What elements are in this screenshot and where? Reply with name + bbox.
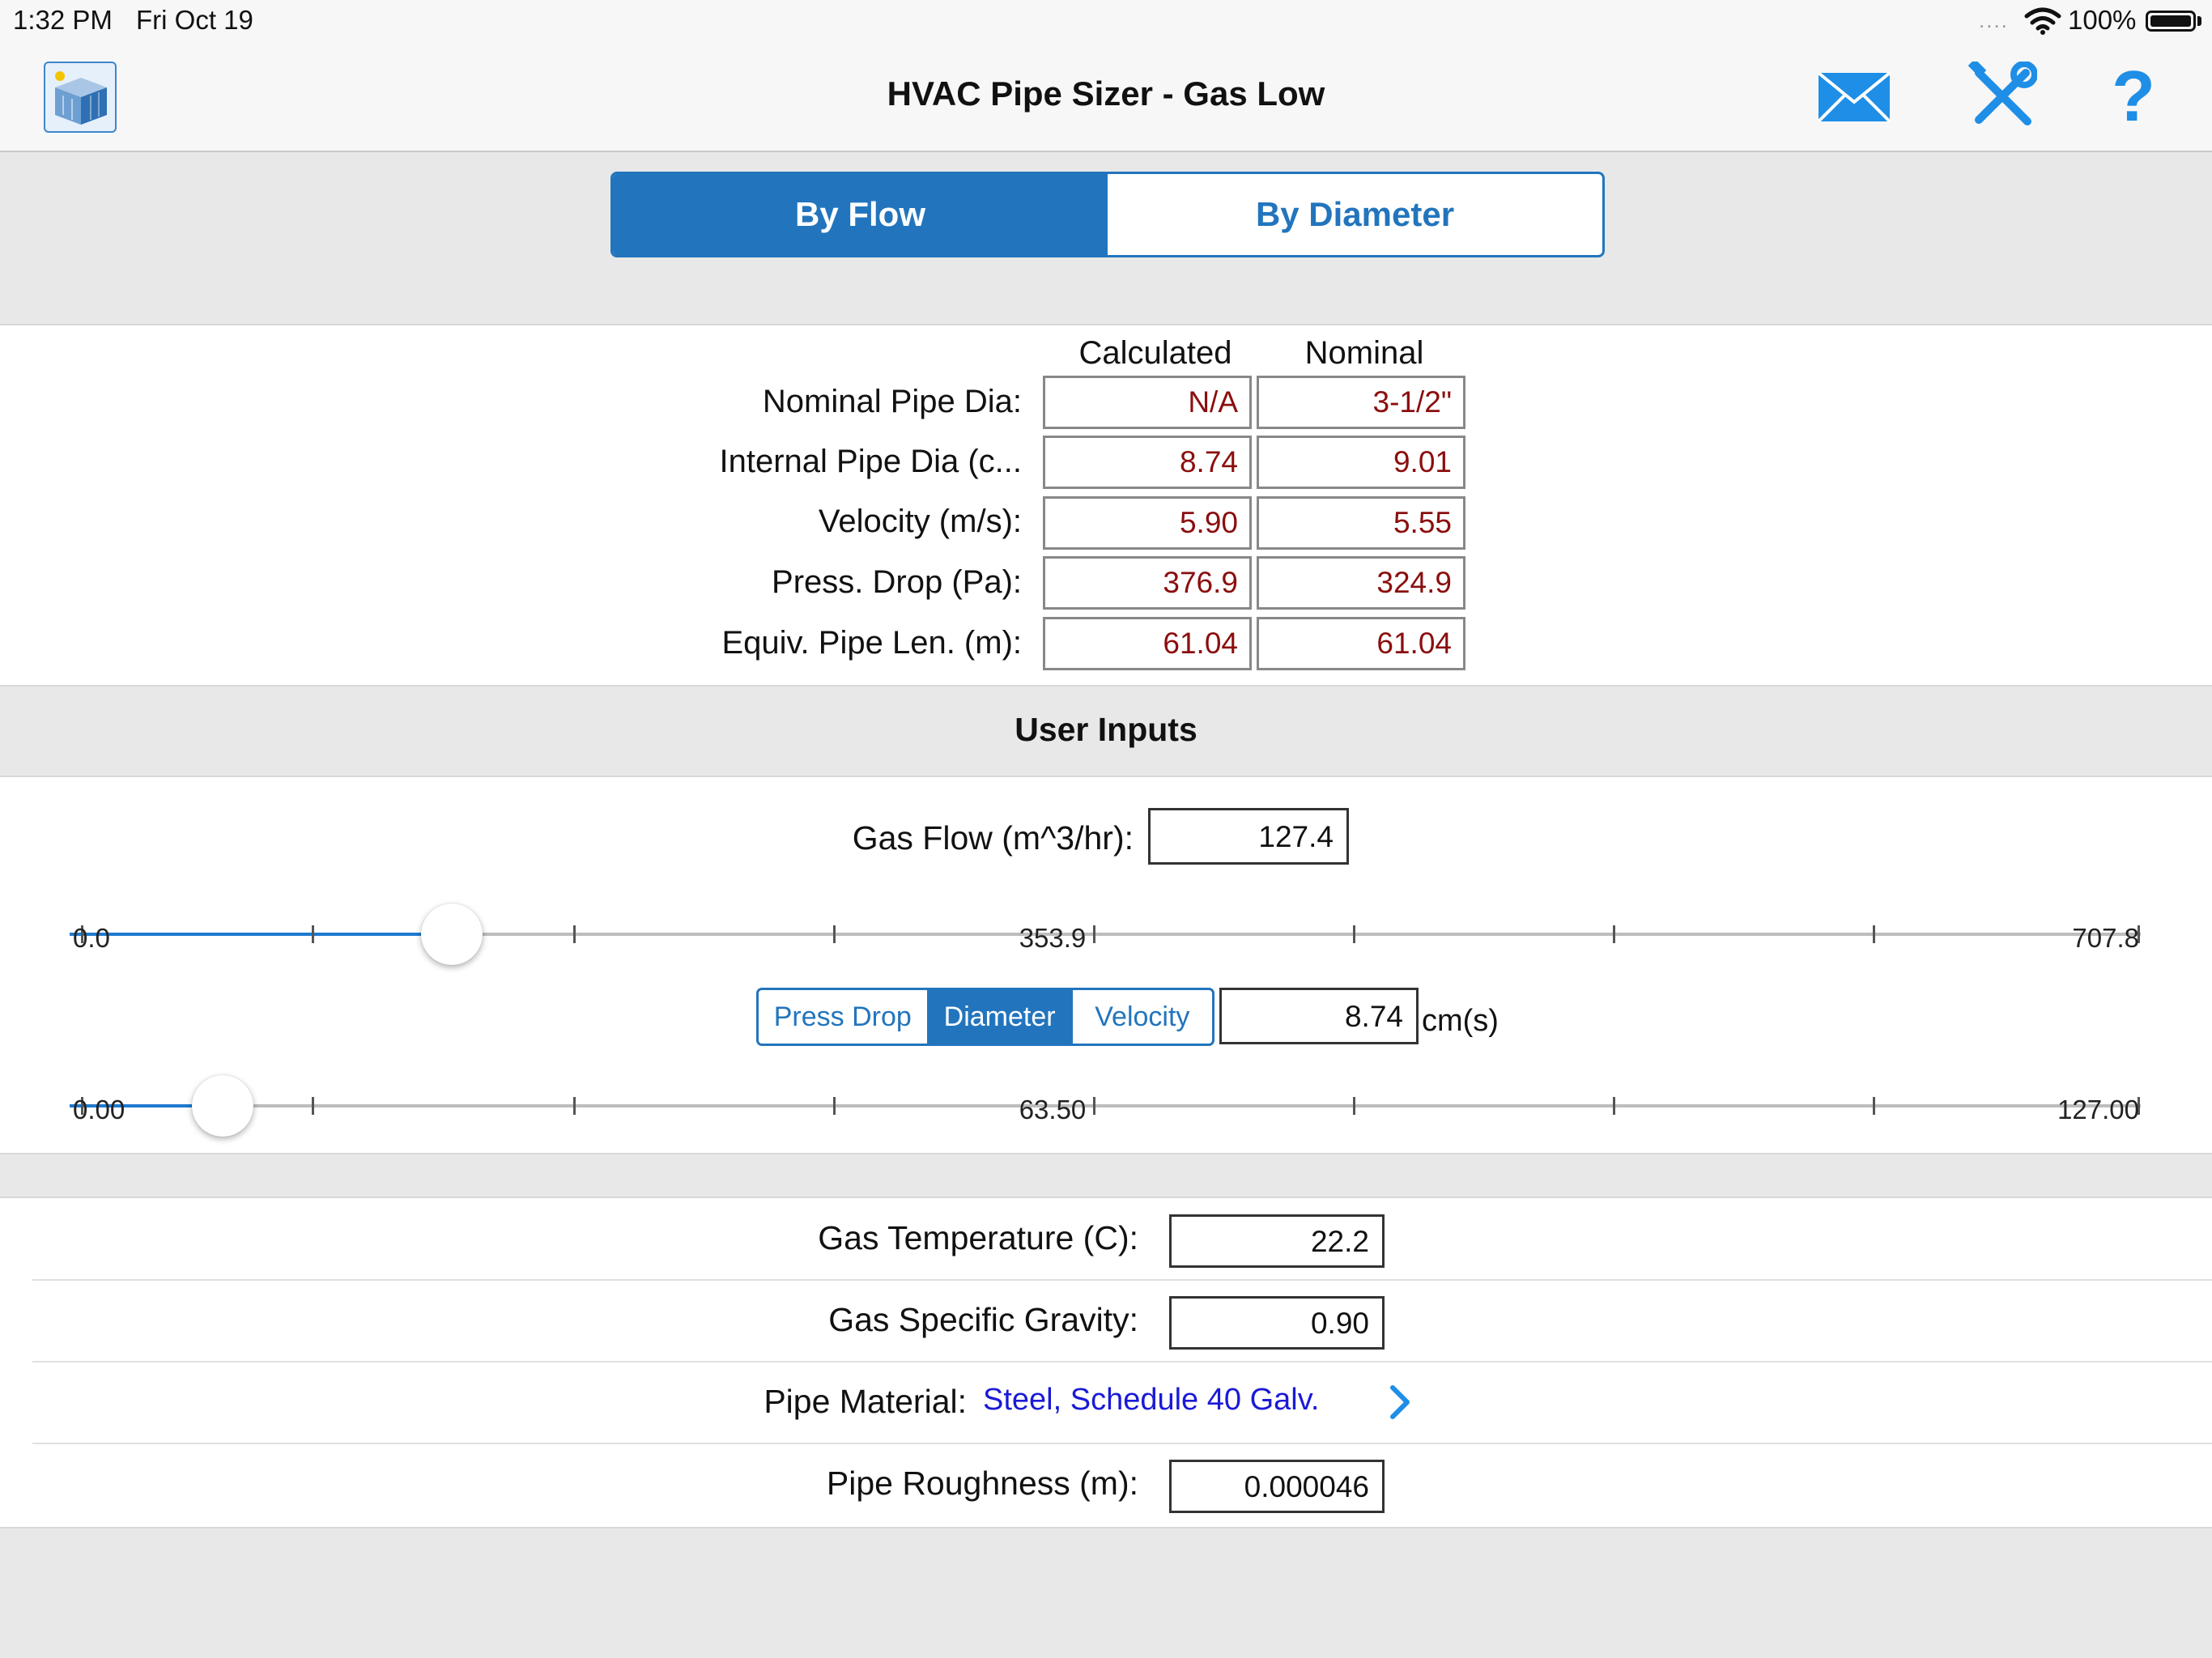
user-inputs-panel: Gas Flow (m^3/hr): 127.4 0.0 353.9 707.8…	[0, 776, 2212, 1154]
nominal-pipe-dia-nominal: 3-1/2"	[1257, 376, 1465, 429]
calc-mode-segmented-control: Press Drop Diameter Velocity	[756, 988, 1214, 1046]
tab-velocity[interactable]: Velocity	[1073, 990, 1212, 1044]
tab-press-drop[interactable]: Press Drop	[759, 990, 929, 1044]
help-icon[interactable]: ?	[2105, 60, 2162, 133]
slider-tick	[833, 1097, 836, 1115]
slider-tick	[312, 1097, 314, 1115]
nominal-pipe-dia-calculated: N/A	[1043, 376, 1252, 429]
calc-mode-unit-label: cm(s)	[1422, 1004, 1499, 1038]
calculated-column-header: Calculated	[1078, 335, 1232, 371]
velocity-label: Velocity (m/s):	[818, 504, 1022, 539]
calc-mode-min-label: 0.00	[73, 1095, 125, 1124]
slider-tick	[1353, 925, 1355, 943]
velocity-nominal: 5.55	[1257, 496, 1465, 550]
velocity-calculated: 5.90	[1043, 496, 1252, 550]
slider-tick	[1873, 925, 1875, 943]
slider-tick	[1613, 1097, 1615, 1115]
tab-by-diameter[interactable]: By Diameter	[1108, 174, 1602, 255]
slider-tick	[1613, 925, 1615, 943]
gas-flow-min-label: 0.0	[73, 923, 110, 953]
nominal-column-header: Nominal	[1304, 335, 1424, 371]
battery-nub	[2197, 16, 2201, 26]
calc-mode-mid-label: 63.50	[1019, 1095, 1087, 1124]
internal-pipe-dia-label: Internal Pipe Dia (c...	[719, 444, 1023, 479]
gas-temperature-row: Gas Temperature (C): 22.2	[32, 1198, 2212, 1281]
pipe-material-label: Pipe Material:	[764, 1383, 967, 1420]
results-panel: Calculated Nominal Nominal Pipe Dia: N/A…	[0, 324, 2212, 687]
tab-by-flow[interactable]: By Flow	[613, 174, 1108, 255]
internal-pipe-dia-calculated: 8.74	[1043, 436, 1252, 489]
gas-specific-gravity-label: Gas Specific Gravity:	[828, 1301, 1138, 1338]
cellular-signal-icon: ....	[1979, 8, 2009, 32]
press-drop-label: Press. Drop (Pa):	[772, 564, 1022, 600]
status-time: 1:32 PM	[13, 5, 113, 35]
pipe-material-row[interactable]: Pipe Material: Steel, Schedule 40 Galv.	[32, 1362, 2212, 1444]
pipe-roughness-row: Pipe Roughness (m): 0.000046	[32, 1443, 2212, 1524]
chevron-right-icon[interactable]	[1385, 1378, 1417, 1426]
slider-tick	[1353, 1097, 1355, 1115]
slider-thumb[interactable]	[192, 1075, 254, 1137]
press-drop-nominal: 324.9	[1257, 556, 1465, 610]
gas-flow-label: Gas Flow (m^3/hr):	[852, 819, 1134, 857]
gas-temperature-label: Gas Temperature (C):	[818, 1219, 1138, 1256]
navigation-bar: HVAC Pipe Sizer - Gas Low ?	[0, 42, 2212, 152]
battery-icon	[2146, 11, 2196, 32]
equiv-pipe-len-label: Equiv. Pipe Len. (m):	[721, 625, 1022, 661]
gas-flow-input[interactable]: 127.4	[1148, 808, 1349, 865]
status-bar: 1:32 PM Fri Oct 19 .... 100%	[0, 0, 2212, 42]
mail-icon[interactable]	[1817, 71, 1891, 123]
calc-mode-value-input[interactable]: 8.74	[1219, 988, 1419, 1044]
slider-track-fill	[70, 933, 452, 936]
nominal-pipe-dia-label: Nominal Pipe Dia:	[762, 384, 1022, 419]
equiv-pipe-len-calculated: 61.04	[1043, 617, 1252, 670]
pipe-material-value[interactable]: Steel, Schedule 40 Galv.	[983, 1383, 1319, 1418]
press-drop-calculated: 376.9	[1043, 556, 1252, 610]
tools-icon[interactable]	[1967, 62, 2037, 131]
mode-segmented-control: By Flow By Diameter	[610, 172, 1605, 257]
gas-temperature-input[interactable]: 22.2	[1169, 1214, 1385, 1268]
gas-specific-gravity-input[interactable]: 0.90	[1169, 1296, 1385, 1350]
calc-mode-max-label: 127.00	[2057, 1095, 2139, 1124]
pipe-roughness-input[interactable]: 0.000046	[1169, 1460, 1385, 1513]
slider-tick	[312, 925, 314, 943]
slider-thumb[interactable]	[420, 903, 483, 965]
internal-pipe-dia-nominal: 9.01	[1257, 436, 1465, 489]
equiv-pipe-len-nominal: 61.04	[1257, 617, 1465, 670]
properties-list: Gas Temperature (C): 22.2 Gas Specific G…	[0, 1197, 2212, 1528]
slider-tick	[573, 1097, 576, 1115]
status-date: Fri Oct 19	[136, 5, 253, 35]
slider-tick	[1873, 1097, 1875, 1115]
slider-tick	[833, 925, 836, 943]
wifi-icon	[2024, 7, 2061, 35]
battery-percent: 100%	[2068, 5, 2137, 35]
gas-flow-max-label: 707.8	[2072, 923, 2139, 953]
user-inputs-header: User Inputs	[1015, 711, 1197, 748]
slider-tick	[573, 925, 576, 943]
pipe-roughness-label: Pipe Roughness (m):	[826, 1465, 1138, 1502]
gas-specific-gravity-row: Gas Specific Gravity: 0.90	[32, 1280, 2212, 1363]
tab-diameter[interactable]: Diameter	[929, 990, 1073, 1044]
gas-flow-mid-label: 353.9	[1019, 923, 1087, 953]
